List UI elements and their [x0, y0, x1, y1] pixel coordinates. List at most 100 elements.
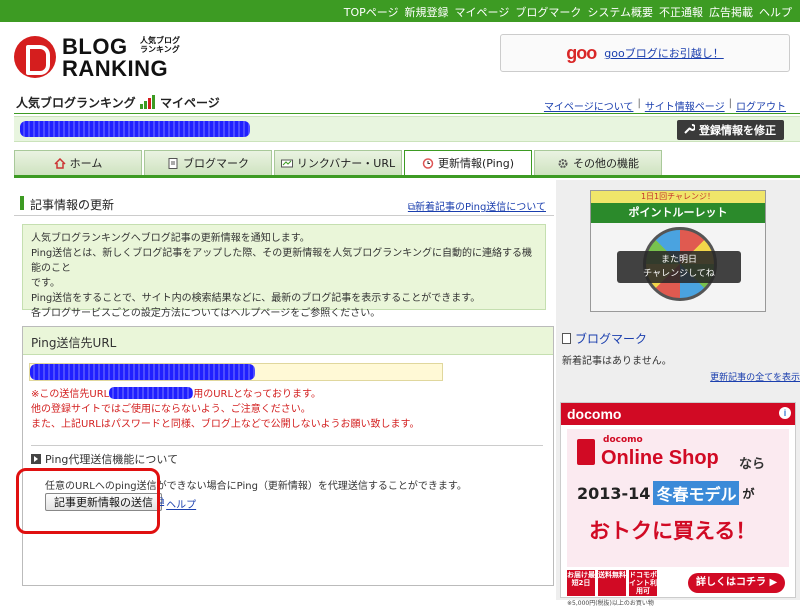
- roulette-challenge-label: 1日1回チャレンジ！: [591, 191, 765, 203]
- site-info-link[interactable]: サイト情報ページ: [645, 98, 725, 113]
- ping-url-header: Ping送信先URL: [23, 327, 553, 355]
- redacted-ping-url: [30, 364, 255, 380]
- proxy-send-title: Ping代理送信機能について: [31, 451, 178, 467]
- ad-footnote: ※5,000円(税抜)以上のお買い物: [567, 600, 654, 607]
- show-all-updates-link[interactable]: 更新記事の全てを表示: [710, 370, 800, 383]
- roulette-overlay: また明日 チャレンジしてね: [617, 251, 741, 283]
- logo-text-ranking: RANKING: [62, 56, 169, 81]
- help-link[interactable]: ⧉ ヘルプ: [157, 496, 196, 511]
- page-title-prefix: 人気ブログランキング: [16, 96, 136, 110]
- nav-register[interactable]: 新規登録: [405, 4, 449, 20]
- ad-chip-free-shipping: 送料無料: [598, 570, 626, 596]
- point-roulette[interactable]: 1日1回チャレンジ！ ポイントルーレット また明日 チャレンジしてね: [590, 190, 766, 312]
- goo-logo: goo: [566, 42, 597, 63]
- goo-banner[interactable]: goo gooブログにお引越し！: [500, 34, 790, 72]
- docomo-ad[interactable]: docomo i docomo Online Shop なら 2013-14 冬…: [560, 402, 796, 607]
- edit-registration-label: 登録情報を修正: [699, 124, 776, 137]
- tab-home[interactable]: ホーム: [14, 150, 142, 175]
- main-content: 記事情報の更新 ⧉新着記事のPing送信について 人気ブログランキングへブログ記…: [14, 186, 554, 586]
- page-title: 人気ブログランキング マイページ: [16, 94, 220, 111]
- ranking-chart-icon: [139, 95, 156, 109]
- ad-chip-delivery: お届け最短2日: [567, 570, 595, 596]
- tab-other[interactable]: その他の機能: [534, 150, 662, 175]
- ad-online-shop: Online Shop: [601, 447, 719, 469]
- top-nav-links: TOPページ 新規登録 マイページ ブログマーク システム概要 不正通報 広告掲…: [344, 4, 792, 20]
- clock-icon: [422, 157, 434, 169]
- house-icon: [54, 157, 66, 169]
- blogmark-empty-text: 新着記事はありません。: [562, 356, 672, 367]
- nav-report[interactable]: 不正通報: [659, 4, 703, 20]
- roulette-overlay-line1: また明日: [660, 255, 697, 265]
- tab-ping[interactable]: 更新情報(Ping): [404, 150, 532, 175]
- note-line-1b: 用のURLとなっております。: [193, 389, 321, 400]
- section-header: 記事情報の更新 ⧉新着記事のPing送信について: [14, 186, 554, 216]
- note-line: ※この送信先URL 用のURLとなっております。: [31, 387, 419, 402]
- goo-migrate-link[interactable]: gooブログにお引越し！: [604, 45, 723, 61]
- right-sidebar: 1日1回チャレンジ！ ポイントルーレット また明日 チャレンジしてね ブログマー…: [556, 180, 800, 607]
- gear-icon: [557, 158, 569, 169]
- section-title: 記事情報の更新: [30, 198, 115, 212]
- tab-blogmark[interactable]: ブログマーク: [144, 150, 272, 175]
- section-bar: [20, 196, 24, 210]
- tab-link-banner[interactable]: リンクバナー・URL: [274, 150, 402, 175]
- note-line: 他の登録サイトではご使用にならないよう、ご注意ください。: [31, 404, 311, 415]
- ad-header: docomo i: [561, 403, 795, 425]
- nav-system[interactable]: システム概要: [587, 4, 653, 20]
- tab-ping-label: 更新情報(Ping): [438, 157, 514, 170]
- banner-icon: [280, 158, 293, 169]
- ad-model-highlight: 冬春モデル: [653, 481, 740, 505]
- external-window-icon: ⧉: [407, 202, 416, 213]
- wrench-icon: [683, 123, 696, 138]
- nav-help[interactable]: ヘルプ: [759, 4, 792, 20]
- nav-ads[interactable]: 広告掲載: [709, 4, 753, 20]
- ad-nara: なら: [739, 457, 766, 472]
- info-line: Ping送信をすることで、サイト内の検索結果などに、最新のブログ記事を表示するこ…: [31, 293, 481, 304]
- ad-catchphrase: おトクに買える！: [589, 520, 757, 543]
- ad-bottom: お届け最短2日 送料無料 ドコモポイント利用可 詳しくはコチラ ▶: [567, 569, 791, 597]
- tab-link-banner-label: リンクバナー・URL: [296, 157, 396, 170]
- site-logo[interactable]: BLOG RANKING 人気ブログランキング: [14, 32, 184, 82]
- logo-mark-icon: [14, 36, 56, 78]
- ad-season: 2013-14: [577, 483, 651, 503]
- nav-blogmark[interactable]: ブログマーク: [515, 4, 581, 20]
- mypage-titlebar: 人気ブログランキング マイページ マイページについて | サイト情報ページ | …: [14, 92, 800, 114]
- blogmark-title[interactable]: ブログマーク: [562, 330, 647, 347]
- ad-season-line: 2013-14 冬春モデル が: [577, 481, 754, 505]
- new-article-ping-link[interactable]: ⧉新着記事のPing送信について: [408, 198, 546, 213]
- mypage-links: マイページについて | サイト情報ページ | ログアウト: [543, 98, 786, 113]
- red-highlight-annotation: [16, 468, 160, 534]
- info-line: です。: [31, 278, 60, 289]
- page-title-suffix: マイページ: [160, 96, 220, 110]
- ad-docomo-small: docomo: [603, 435, 643, 445]
- redacted-username: [20, 121, 250, 137]
- ping-url-field[interactable]: [29, 363, 443, 381]
- blogmark-title-label: ブログマーク: [575, 332, 648, 346]
- logout-link[interactable]: ログアウト: [736, 98, 786, 113]
- shopping-bag-icon: [577, 439, 595, 465]
- ad-brand: docomo: [567, 406, 622, 422]
- info-line: 各ブログサービスごとの設定方法についてはヘルプページをご参照ください。: [31, 308, 381, 319]
- arrow-square-icon: [31, 454, 41, 464]
- info-line: 人気ブログランキングへブログ記事の更新情報を通知します。: [31, 233, 310, 244]
- about-mypage-link[interactable]: マイページについて: [544, 98, 634, 113]
- nav-mypage[interactable]: マイページ: [455, 4, 510, 20]
- ping-info-box: 人気ブログランキングへブログ記事の更新情報を通知します。 Ping送信とは、新し…: [22, 224, 546, 319]
- info-line: Ping送信とは、新しくブログ記事をアップした際、その更新情報を人気ブログランキ…: [31, 248, 532, 274]
- roulette-overlay-line2: チャレンジしてね: [643, 269, 715, 279]
- ad-chip-points: ドコモポイント利用可: [629, 570, 657, 596]
- note-line-1a: ※この送信先URL: [31, 389, 110, 400]
- edit-registration-button[interactable]: 登録情報を修正: [677, 120, 784, 140]
- main-tabs: ホーム ブログマーク リンクバナー・URL 更新情報(Ping) その他の機能: [14, 150, 800, 178]
- logo-subtitle: 人気ブログランキング: [140, 36, 180, 54]
- nav-top[interactable]: TOPページ: [344, 4, 399, 20]
- document-icon: [167, 157, 179, 169]
- ad-info-icon[interactable]: i: [779, 407, 791, 419]
- divider: [31, 445, 543, 446]
- redacted-text: [109, 387, 194, 399]
- roulette-title: ポイントルーレット: [591, 203, 765, 223]
- help-link-label: ヘルプ: [166, 500, 197, 511]
- ad-details-button[interactable]: 詳しくはコチラ ▶: [688, 573, 786, 593]
- tab-blogmark-label: ブログマーク: [183, 157, 249, 170]
- document-icon: [562, 333, 571, 344]
- proxy-send-title-label: Ping代理送信機能について: [45, 453, 179, 466]
